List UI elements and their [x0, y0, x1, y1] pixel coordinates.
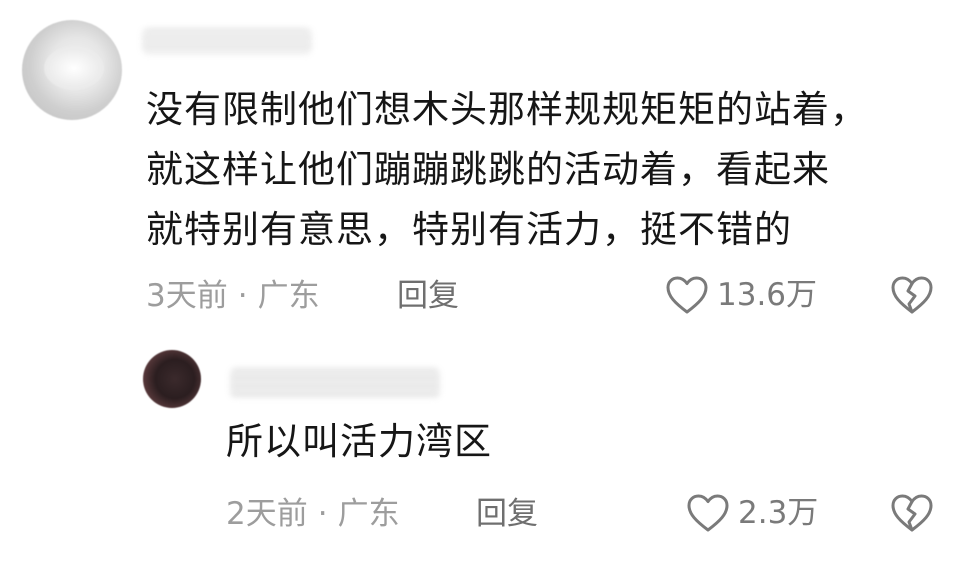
reply-avatar[interactable] [143, 350, 201, 408]
reply-line-1: 所以叫活力湾区 [226, 420, 492, 463]
reply-time: 2天前 [226, 496, 308, 532]
comment-body: 没有限制他们想木头那样规规矩矩的站着， 就这样让他们蹦蹦跳跳的活动着，看起来 就… [146, 80, 946, 260]
reply-body: 所以叫活力湾区 [226, 412, 826, 472]
comment-dislike-button[interactable] [890, 274, 934, 316]
reply-like-button[interactable]: 2.3万 [686, 492, 818, 534]
comment-location: 广东 [257, 278, 320, 314]
comment-line-3: 就特别有意思，特别有活力，挺不错的 [146, 208, 792, 251]
broken-heart-icon [890, 492, 934, 534]
comment-avatar[interactable] [22, 20, 122, 120]
comment-meta-separator: · [237, 278, 248, 314]
comment-line-1: 没有限制他们想木头那样规规矩矩的站着， [146, 88, 868, 131]
heart-outline-icon [665, 274, 709, 316]
reply-dislike-button[interactable] [890, 492, 934, 534]
comment-meta: 3天前 · 广东 [146, 276, 320, 316]
reply-meta-separator: · [317, 496, 328, 532]
reply-meta: 2天前 · 广东 [226, 494, 400, 534]
comment-like-count: 13.6万 [717, 277, 818, 313]
comment-line-2: 就这样让他们蹦蹦跳跳的活动着，看起来 [146, 148, 830, 191]
reply-username-blurred[interactable] [230, 368, 440, 398]
broken-heart-icon [890, 274, 934, 316]
comment-reply-button[interactable]: 回复 [397, 276, 459, 316]
reply-reply-button[interactable]: 回复 [476, 494, 538, 534]
heart-outline-icon [686, 492, 730, 534]
reply-location: 广东 [337, 496, 400, 532]
reply-like-count: 2.3万 [738, 495, 819, 531]
comment-time: 3天前 [146, 278, 228, 314]
comment-like-button[interactable]: 13.6万 [665, 274, 817, 316]
comment-username-blurred[interactable] [142, 28, 312, 54]
